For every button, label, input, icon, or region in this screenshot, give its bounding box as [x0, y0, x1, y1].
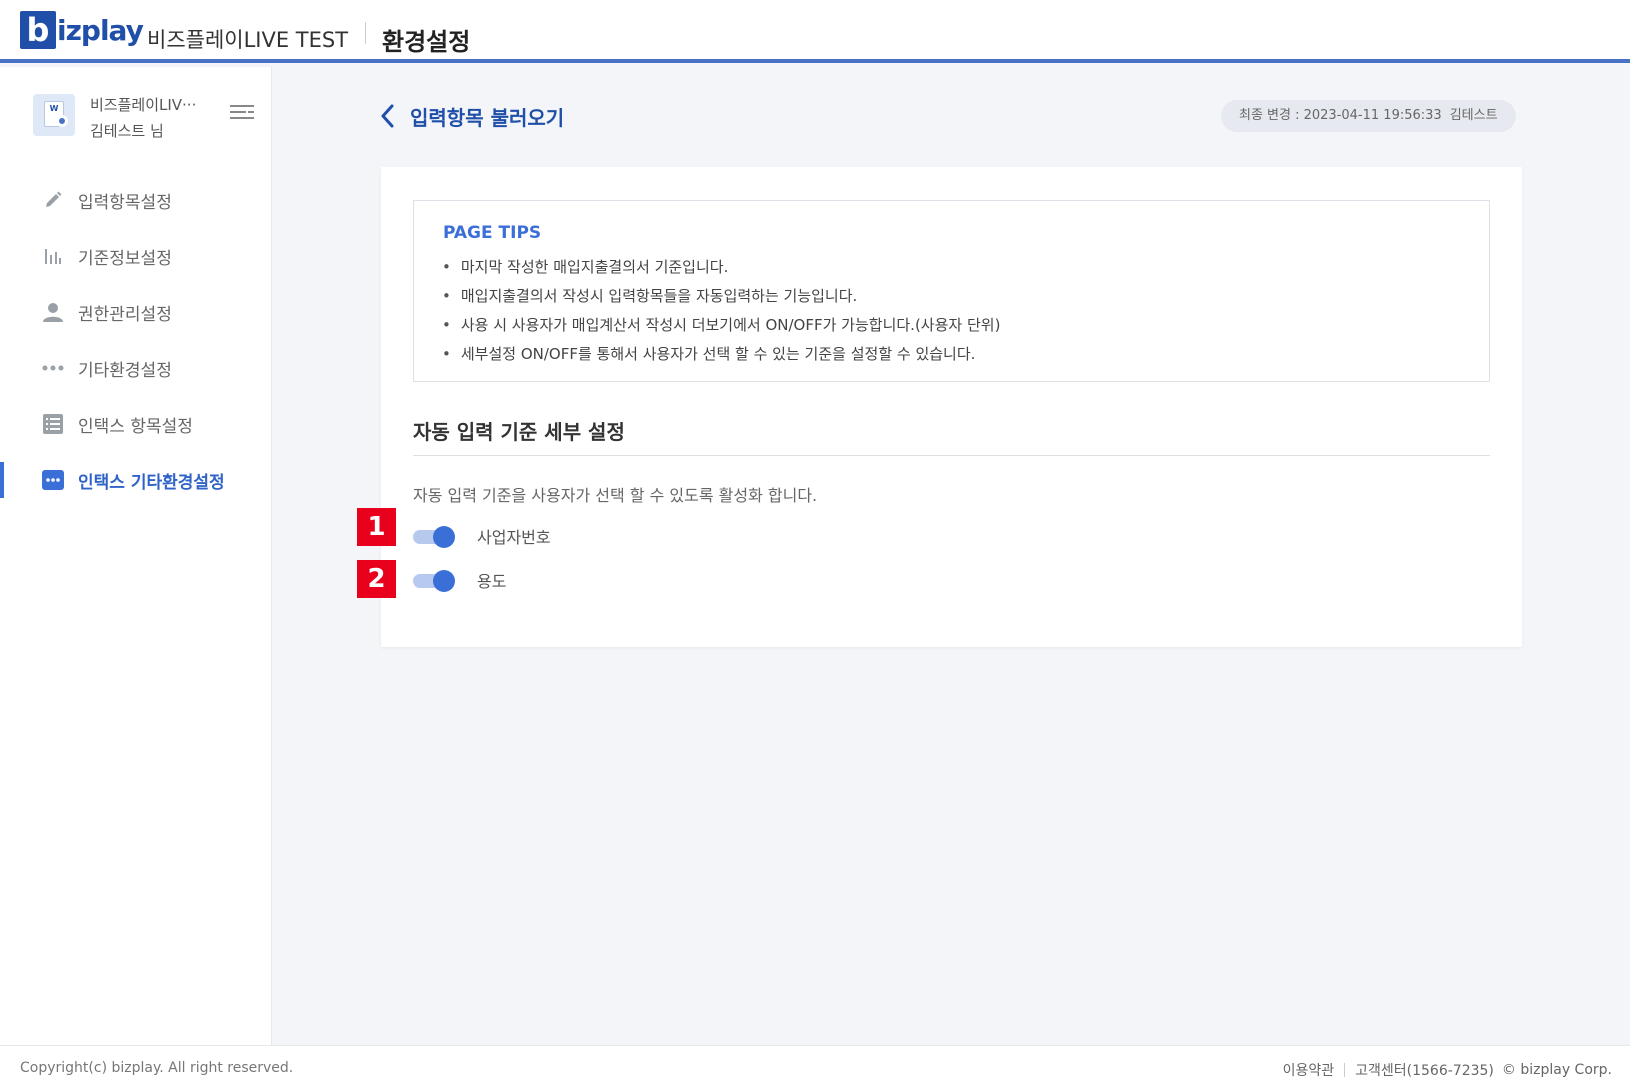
page-tips-box: PAGE TIPS 마지막 작성한 매입지출결의서 기준입니다. 매입지출결의서… — [413, 200, 1490, 382]
last-modified-badge: 최종 변경 : 2023-04-11 19:56:33 김테스트 — [1221, 100, 1516, 132]
bizplay-logo[interactable]: b izplay — [20, 11, 144, 49]
support-link[interactable]: 고객센터(1566-7235) — [1355, 1060, 1494, 1080]
menu-collapse-icon[interactable] — [230, 103, 254, 123]
tips-list: 마지막 작성한 매입지출결의서 기준입니다. 매입지출결의서 작성시 입력항목들… — [442, 253, 1001, 369]
sidebar-item-label: 권한관리설정 — [78, 304, 172, 325]
sidebar-item-label: 기준정보설정 — [78, 248, 172, 269]
annotation-marker-2: 2 — [357, 560, 396, 598]
sidebar-item-base-info[interactable]: 기준정보설정 — [0, 228, 272, 284]
settings-card: PAGE TIPS 마지막 작성한 매입지출결의서 기준입니다. 매입지출결의서… — [381, 167, 1522, 647]
company-name: 비즈플레이LIVE TEST — [147, 28, 349, 52]
logo-text: izplay — [57, 13, 144, 47]
section-description: 자동 입력 기준을 사용자가 선택 할 수 있도록 활성화 합니다. — [413, 486, 818, 505]
section-divider — [413, 455, 1490, 456]
toggle-row-purpose: 용도 — [413, 565, 506, 595]
list-icon — [42, 413, 64, 435]
user-icon — [42, 301, 64, 323]
sidebar-item-input-settings[interactable]: 입력항목설정 — [0, 172, 272, 228]
bar-chart-icon — [42, 245, 64, 267]
toggle-row-business-number: 사업자번호 — [413, 521, 551, 551]
section-title: 자동 입력 기준 세부 설정 — [413, 420, 625, 444]
top-header: b izplay 비즈플레이LIVE TEST 환경설정 — [0, 0, 1630, 63]
toggle-label: 용도 — [477, 572, 507, 591]
tips-title: PAGE TIPS — [443, 223, 542, 243]
sidebar-item-intax-other[interactable]: 인택스 기타환경설정 — [0, 452, 272, 508]
sidebar-item-label: 기타환경설정 — [78, 360, 172, 381]
header-title: 환경설정 — [382, 28, 471, 56]
sidebar-item-intax-items[interactable]: 인택스 항목설정 — [0, 396, 272, 452]
profile-user-name: 김테스트 님 — [90, 122, 164, 140]
page-title: 입력항목 불러오기 — [410, 106, 565, 130]
tip-item: 마지막 작성한 매입지출결의서 기준입니다. — [442, 253, 1000, 282]
tip-item: 사용 시 사용자가 매입계산서 작성시 더보기에서 ON/OFF가 가능합니다.… — [442, 311, 1001, 340]
tip-item: 매입지출결의서 작성시 입력항목들을 자동입력하는 기능입니다. — [442, 282, 1000, 311]
last-modified-time: 최종 변경 : 2023-04-11 19:56:33 — [1239, 108, 1442, 123]
sidebar: W 비즈플레이LIV··· 김테스트 님 입력항목설정 기준정보설정 권한관리설… — [0, 67, 272, 1045]
footer: Copyright(c) bizplay. All right reserved… — [0, 1045, 1630, 1087]
corp-text: © bizplay Corp. — [1501, 1062, 1612, 1078]
sidebar-item-label: 인택스 항목설정 — [78, 416, 193, 437]
gear-icon — [56, 115, 68, 127]
tip-item: 세부설정 ON/OFF를 통해서 사용자가 선택 할 수 있는 기준을 설정할 … — [442, 340, 1000, 369]
business-number-toggle[interactable] — [413, 526, 455, 548]
copyright-text: Copyright(c) bizplay. All right reserved… — [20, 1060, 294, 1076]
sidebar-item-other-settings[interactable]: 기타환경설정 — [0, 340, 272, 396]
annotation-marker-1: 1 — [357, 508, 396, 546]
profile-company-name: 비즈플레이LIV··· — [90, 96, 197, 114]
toggle-label: 사업자번호 — [477, 528, 551, 547]
last-modified-user: 김테스트 — [1449, 108, 1498, 123]
pencil-icon — [42, 189, 64, 211]
toggle-knob — [433, 570, 455, 592]
more-dots-box-icon — [42, 469, 64, 491]
sidebar-item-label: 인택스 기타환경설정 — [78, 472, 225, 493]
sidebar-item-label: 입력항목설정 — [78, 192, 172, 213]
more-dots-icon — [42, 357, 64, 379]
company-avatar: W — [33, 94, 75, 136]
toggle-knob — [433, 526, 455, 548]
sidebar-nav: 입력항목설정 기준정보설정 권한관리설정 기타환경설정 인택스 항목설정 인택스… — [0, 172, 272, 508]
footer-links: 이용약관 고객센터(1566-7235) © bizplay Corp. — [1283, 1060, 1612, 1080]
back-chevron-icon[interactable] — [378, 103, 398, 129]
terms-link[interactable]: 이용약관 — [1283, 1060, 1335, 1080]
header-divider — [365, 22, 366, 44]
footer-divider — [1344, 1063, 1346, 1077]
purpose-toggle[interactable] — [413, 570, 455, 592]
sidebar-item-permissions[interactable]: 권한관리설정 — [0, 284, 272, 340]
logo-mark: b — [20, 11, 56, 49]
